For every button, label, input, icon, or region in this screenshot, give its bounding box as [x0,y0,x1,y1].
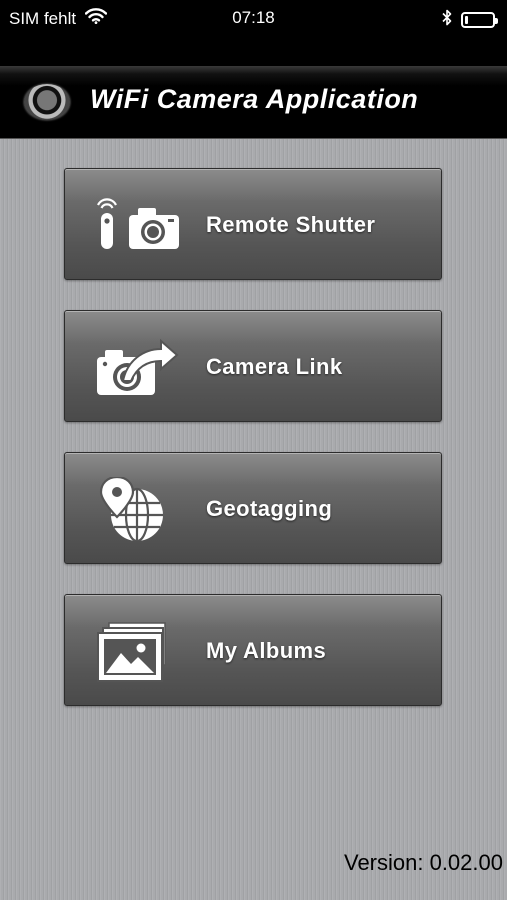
page-title: WiFi Camera Application [90,84,419,114]
battery-icon [461,12,498,28]
geotagging-button[interactable]: Geotagging [64,452,442,564]
camera-link-label: Camera Link [206,354,343,379]
my-albums-button[interactable]: My Albums [64,594,442,706]
status-time: 07:18 [232,8,275,27]
remote-shutter-label: Remote Shutter [206,212,376,237]
albums-icon [95,619,185,683]
camera-link-icon [95,335,185,399]
geotagging-label: Geotagging [206,496,333,521]
remote-shutter-button[interactable]: Remote Shutter [64,168,442,280]
status-bar: SIM fehlt 07:18 [0,0,507,66]
geotagging-icon [95,475,185,543]
camera-lens-icon [24,84,70,120]
remote-shutter-icon [95,193,185,257]
version-label: Version: 0.02.00 [343,850,503,875]
bluetooth-icon [442,9,452,31]
my-albums-label: My Albums [206,638,327,663]
app-header: WiFi Camera Application [0,66,507,139]
battery-level [465,16,468,24]
camera-link-button[interactable]: Camera Link [64,310,442,422]
status-right [442,9,498,31]
